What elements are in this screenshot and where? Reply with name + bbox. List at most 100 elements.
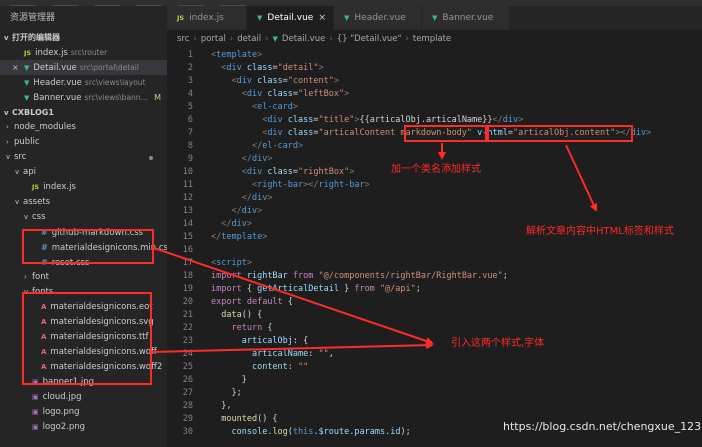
- js-file-icon: JS: [24, 49, 32, 57]
- code-line[interactable]: 14 </div>: [167, 218, 252, 231]
- code-line[interactable]: 27 };: [167, 387, 242, 400]
- tree-item-label: assets: [23, 197, 51, 207]
- tree-folder-item[interactable]: v css: [0, 210, 167, 225]
- line-code: import rightBar from "@/components/right…: [211, 271, 508, 281]
- code-line[interactable]: 17 <script>: [167, 257, 252, 270]
- breadcrumb-item[interactable]: template: [413, 34, 451, 44]
- code-line[interactable]: 19 import { getArticalDetail } from "@/ap…: [167, 283, 421, 296]
- chevron-right-icon: ›: [329, 34, 333, 44]
- tab-header-vue[interactable]: ▼ Header.vue: [334, 6, 422, 30]
- vue-file-icon: ▼: [24, 79, 30, 87]
- code-line[interactable]: 28 },: [167, 400, 232, 413]
- code-line[interactable]: 21 data() {: [167, 309, 262, 322]
- tree-file-item[interactable]: ▣ logo.png: [0, 405, 167, 420]
- line-code: return {: [231, 323, 273, 333]
- tree-folder-item[interactable]: › font: [0, 270, 167, 285]
- breadcrumb: src › portal › detail › ▼ Detail.vue ›{} "Detail…: [167, 30, 702, 48]
- code-line[interactable]: 29 mounted() {: [167, 413, 278, 426]
- code-line[interactable]: 30 console.log(this.$route.params.id);: [167, 426, 411, 439]
- breadcrumb-item[interactable]: src: [177, 34, 189, 44]
- breadcrumb-item[interactable]: portal: [201, 34, 226, 44]
- line-number: 22: [182, 323, 193, 333]
- code-line[interactable]: 3 <div class="content">: [167, 75, 339, 88]
- open-editor-path: src\router: [70, 48, 108, 57]
- tab-banner-vue[interactable]: ▼ Banner.vue: [422, 6, 510, 30]
- watermark: https://blog.csdn.net/chengxue_123: [503, 420, 702, 433]
- code-line[interactable]: 26 }: [167, 374, 247, 387]
- open-editors-header[interactable]: v 打开的编辑器: [0, 30, 167, 45]
- highlight-box-font-files: [22, 292, 152, 385]
- open-editor-item[interactable]: × ▼ Detail.vue src\portal\detail: [0, 60, 167, 75]
- highlight-box-markdown-body: [404, 125, 487, 142]
- project-header[interactable]: v CXBLOG1: [0, 105, 167, 120]
- close-icon[interactable]: ×: [318, 6, 326, 30]
- code-line[interactable]: 11 <right-bar></right-bar>: [167, 179, 370, 192]
- open-editor-path: src\portal\detail: [79, 63, 139, 72]
- open-editor-item[interactable]: JS index.js src\router: [0, 45, 167, 60]
- js-file-icon: JS: [177, 14, 185, 22]
- open-editor-item[interactable]: ▼ Banner.vue src\views\bann... M: [0, 90, 167, 105]
- line-code: articalName: "",: [251, 349, 334, 359]
- tree-folder-item[interactable]: v assets: [0, 195, 167, 210]
- line-number: 15: [182, 232, 193, 242]
- code-line[interactable]: 24 articalName: "",: [167, 348, 334, 361]
- code-line[interactable]: 4 <div class="leftBox">: [167, 88, 349, 101]
- line-number: 30: [182, 427, 193, 437]
- tab-detail-vue[interactable]: ▼ Detail.vue ×: [247, 6, 334, 30]
- line-number: 19: [182, 284, 193, 294]
- line-number: 27: [182, 388, 193, 398]
- breadcrumb-item[interactable]: Detail.vue: [282, 34, 325, 44]
- code-line[interactable]: 5 <el-card>: [167, 101, 298, 114]
- line-number: 17: [182, 258, 193, 268]
- tree-file-item[interactable]: ▣ logo2.png: [0, 420, 167, 435]
- highlight-box-css-files: [22, 229, 154, 264]
- code-editor[interactable]: 1 <template> 2 <div class="detail"> 3 <div …: [167, 48, 702, 447]
- chevron-right-icon: ›: [405, 34, 409, 44]
- tree-folder-item[interactable]: › node_modules: [0, 120, 167, 135]
- tree-file-item[interactable]: ▣ cloud.jpg: [0, 390, 167, 405]
- tree-file-item[interactable]: JS index.js: [0, 180, 167, 195]
- open-editor-name: index.js: [35, 48, 68, 58]
- line-number: 4: [187, 89, 193, 99]
- line-code: <script>: [211, 258, 252, 268]
- code-line[interactable]: 8 </el-card>: [167, 140, 303, 153]
- line-number: 6: [187, 115, 193, 125]
- line-number: 28: [182, 401, 193, 411]
- code-line[interactable]: 20 export default {: [167, 296, 293, 309]
- code-line[interactable]: 23 articalObj: {: [167, 335, 309, 348]
- line-code: </el-card>: [251, 141, 304, 151]
- code-line[interactable]: 18 import rightBar from "@/components/rig…: [167, 270, 508, 283]
- line-number: 3: [187, 76, 193, 86]
- line-number: 18: [182, 271, 193, 281]
- line-code: content: "": [251, 362, 309, 372]
- open-editor-name: Banner.vue: [33, 93, 82, 103]
- chevron-right-icon: ›: [6, 138, 9, 146]
- tab-index-js[interactable]: JS index.js: [167, 6, 247, 30]
- code-line[interactable]: 25 content: "": [167, 361, 309, 374]
- code-line[interactable]: 13 </div>: [167, 205, 262, 218]
- code-line[interactable]: 1 <template>: [167, 49, 262, 62]
- code-line[interactable]: 15 </template>: [167, 231, 268, 244]
- breadcrumb-item[interactable]: {} "Detail.vue": [337, 34, 402, 44]
- annotation-add-class: 加一个类名添加样式: [391, 164, 481, 175]
- tree-item-label: logo2.png: [42, 422, 86, 432]
- line-code: </template>: [211, 232, 268, 242]
- annotation-import-fonts: 引入这两个样式,字体: [451, 338, 545, 349]
- code-line[interactable]: 12 </div>: [167, 192, 273, 205]
- tree-folder-item[interactable]: › public: [0, 135, 167, 150]
- open-editor-item[interactable]: ▼ Header.vue src\views\layout: [0, 75, 167, 90]
- line-number: 7: [187, 128, 193, 138]
- line-code: </div>: [221, 219, 252, 229]
- code-line[interactable]: 9 </div>: [167, 153, 273, 166]
- vue-file-icon: ▼: [344, 14, 350, 22]
- chevron-down-icon: v: [15, 168, 20, 176]
- code-line[interactable]: 10 <div class="rightBox">: [167, 166, 355, 179]
- code-line[interactable]: 16: [167, 244, 211, 257]
- breadcrumb-item[interactable]: detail: [237, 34, 261, 44]
- code-line[interactable]: 2 <div class="detail">: [167, 62, 324, 75]
- tree-folder-item[interactable]: v api: [0, 165, 167, 180]
- close-icon[interactable]: ×: [12, 60, 19, 75]
- tree-folder-item[interactable]: v src: [0, 150, 167, 165]
- code-line[interactable]: 22 return {: [167, 322, 273, 335]
- image-file-icon: ▣: [32, 408, 39, 416]
